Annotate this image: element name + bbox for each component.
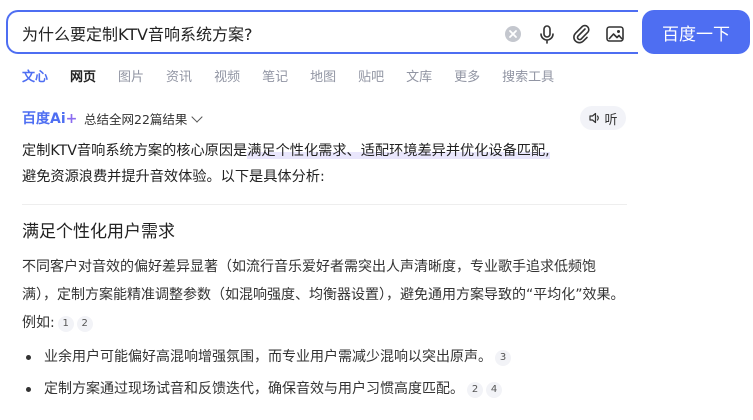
paperclip-icon[interactable]: [570, 23, 592, 45]
tab-wenku[interactable]: 文库: [406, 67, 432, 89]
tab-images[interactable]: 图片: [118, 67, 144, 89]
search-bar: 百度一下: [6, 10, 750, 54]
microphone-icon[interactable]: [536, 23, 558, 45]
search-input[interactable]: [22, 22, 482, 44]
tab-video[interactable]: 视频: [214, 67, 240, 89]
answer-intro: 定制KTV音响系统方案的核心原因是满足个性化需求、适配环境差异并优化设备匹配, 避…: [22, 143, 550, 185]
bullet-dot: [26, 355, 31, 360]
tab-wenxin[interactable]: 文心: [22, 67, 48, 89]
reference-badge[interactable]: 4: [486, 382, 502, 398]
reference-badge[interactable]: 1: [57, 316, 74, 332]
search-tabs: 文心 网页 图片 资讯 视频 笔记 地图 贴吧 文库 更多 搜索工具: [22, 67, 576, 89]
clear-icon[interactable]: [502, 23, 524, 45]
ai-answer-content: 定制KTV音响系统方案的核心原因是满足个性化需求、适配环境差异并优化设备匹配, 避…: [22, 138, 628, 401]
tab-tieba[interactable]: 贴吧: [358, 67, 384, 89]
list-item: 定制方案通过现场试音和反馈迭代，确保音效与用户习惯高度匹配。 2 4: [22, 377, 628, 401]
tab-search-tools[interactable]: 搜索工具: [502, 67, 554, 89]
speaker-icon: [589, 112, 600, 124]
tab-news[interactable]: 资讯: [166, 67, 192, 89]
image-search-icon[interactable]: [604, 23, 626, 45]
section-paragraph: 不同客户对音效的偏好差异显著（如流行音乐爱好者需突出人声清晰度，专业歌手追求低频…: [22, 259, 625, 332]
chevron-down-icon: [191, 111, 204, 123]
tab-web[interactable]: 网页: [70, 67, 96, 89]
section-title: 满足个性化用户需求: [22, 222, 175, 242]
search-box[interactable]: [6, 10, 638, 54]
tab-notes[interactable]: 笔记: [262, 67, 288, 89]
list-item: 业余用户可能偏好高混响增强氛围，而专业用户需减少混响以突出原声。 3: [22, 345, 628, 369]
ai-answer-header: 百度Ai+ 总结全网22篇结果 听: [22, 106, 627, 130]
reference-badge[interactable]: 2: [467, 382, 483, 398]
tab-map[interactable]: 地图: [310, 67, 336, 89]
baidu-ai-logo: 百度Ai+: [22, 111, 78, 127]
tab-more[interactable]: 更多: [454, 67, 480, 89]
ai-summary-toggle[interactable]: 总结全网22篇结果: [84, 109, 204, 128]
reference-badge[interactable]: 3: [495, 350, 511, 366]
listen-button[interactable]: 听: [580, 106, 626, 130]
divider: [22, 204, 627, 205]
reference-badge[interactable]: 2: [76, 316, 93, 332]
bullet-dot: [26, 387, 31, 392]
search-button[interactable]: 百度一下: [642, 10, 750, 54]
